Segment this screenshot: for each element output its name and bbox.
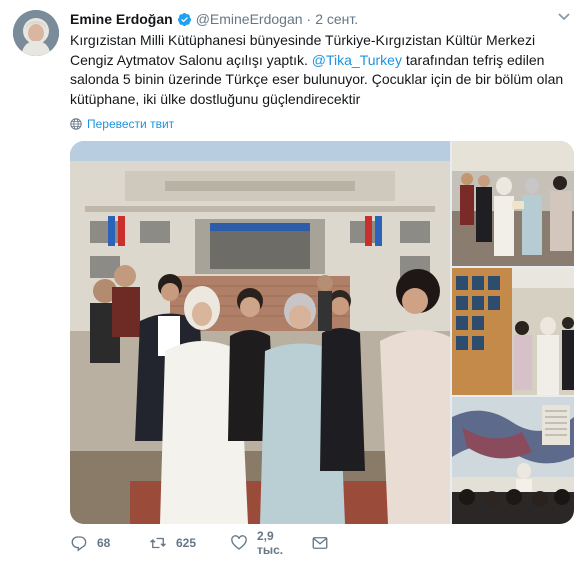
verified-badge-icon bbox=[177, 12, 192, 27]
author-name[interactable]: Emine Erdoğan bbox=[70, 11, 173, 27]
tweet[interactable]: Emine Erdoğan @EmineErdogan · 2 сент. Kı… bbox=[0, 0, 583, 562]
like-button[interactable]: 2,9 тыс. bbox=[230, 529, 283, 557]
photo-gallery[interactable] bbox=[452, 268, 574, 395]
globe-icon bbox=[70, 118, 82, 130]
tweet-text: Kırgızistan Milli Kütüphanesi bünyesinde… bbox=[70, 31, 570, 109]
author-handle[interactable]: @EmineErdogan bbox=[196, 11, 303, 27]
media-grid bbox=[70, 141, 574, 524]
like-count: 2,9 тыс. bbox=[257, 529, 284, 557]
translate-label: Перевести твит bbox=[87, 117, 175, 131]
like-heart-icon bbox=[230, 534, 248, 552]
translate-tweet-link[interactable]: Перевести твит bbox=[70, 116, 174, 132]
photo-main[interactable] bbox=[70, 141, 450, 524]
reply-icon bbox=[70, 534, 88, 552]
caret-down-icon[interactable] bbox=[557, 12, 571, 22]
direct-message-button[interactable] bbox=[311, 534, 329, 552]
tweet-timestamp[interactable]: 2 сент. bbox=[315, 11, 358, 27]
retweet-icon bbox=[149, 534, 167, 552]
reply-count: 68 bbox=[97, 536, 111, 550]
photo-ceremony[interactable] bbox=[452, 141, 574, 266]
tweet-header: Emine Erdoğan @EmineErdogan · 2 сент. bbox=[70, 9, 358, 29]
retweet-button[interactable]: 625 bbox=[149, 534, 196, 552]
direct-message-icon bbox=[311, 534, 329, 552]
reply-button[interactable]: 68 bbox=[70, 534, 110, 552]
retweet-count: 625 bbox=[176, 536, 197, 550]
photo-painting[interactable] bbox=[452, 397, 574, 524]
separator-dot: · bbox=[306, 11, 312, 27]
mention-link[interactable]: @Tika_Turkey bbox=[312, 52, 402, 68]
avatar[interactable] bbox=[13, 10, 59, 56]
